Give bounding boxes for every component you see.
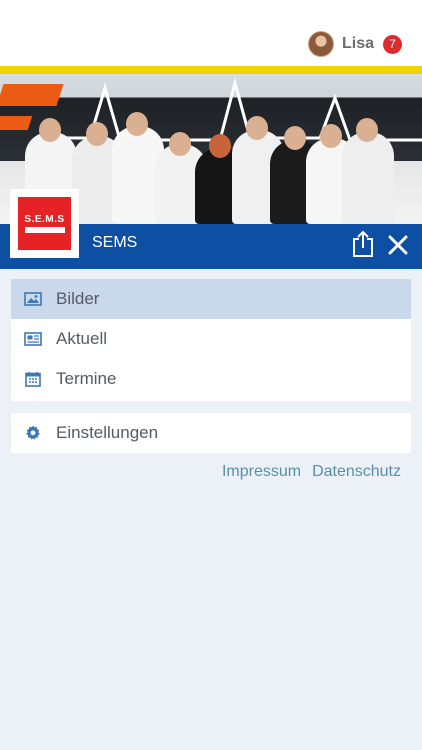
impressum-link[interactable]: Impressum xyxy=(222,463,301,481)
menu-item-aktuell[interactable]: Aktuell xyxy=(11,319,411,359)
menu-item-bilder[interactable]: Bilder xyxy=(11,279,411,319)
datenschutz-link[interactable]: Datenschutz xyxy=(312,463,401,481)
top-bar: Lisa 7 xyxy=(0,0,422,66)
settings-menu: Einstellungen xyxy=(11,413,411,453)
user-avatar[interactable] xyxy=(307,31,334,57)
share-button[interactable] xyxy=(351,230,375,258)
share-icon[interactable] xyxy=(351,230,375,258)
menu-item-termine[interactable]: Termine xyxy=(11,359,411,399)
user-profile[interactable]: Lisa 7 xyxy=(307,30,402,58)
page-title: SEMS xyxy=(92,234,138,251)
bus-roof-stripe xyxy=(0,66,422,74)
bus-orange-stripe xyxy=(0,84,64,106)
gear-icon xyxy=(24,424,42,442)
main-menu: Bilder Aktuell Termine xyxy=(11,279,411,401)
footer-links: Impressum Datenschutz xyxy=(211,463,401,481)
close-button[interactable] xyxy=(387,234,409,256)
menu-item-label: Einstellungen xyxy=(56,423,159,442)
news-icon xyxy=(24,330,42,348)
logo-text: S.E.M.S xyxy=(24,214,65,225)
calendar-icon xyxy=(24,370,42,388)
menu-item-label: Bilder xyxy=(56,289,100,308)
close-icon[interactable] xyxy=(387,234,409,256)
menu-item-label: Termine xyxy=(56,369,117,388)
sems-logo: S.E.M.S xyxy=(10,189,79,258)
user-name[interactable]: Lisa xyxy=(342,35,374,53)
menu-item-label: Aktuell xyxy=(56,329,108,348)
image-icon xyxy=(24,290,42,308)
menu-item-einstellungen[interactable]: Einstellungen xyxy=(11,413,411,453)
notification-badge[interactable]: 7 xyxy=(383,34,402,54)
